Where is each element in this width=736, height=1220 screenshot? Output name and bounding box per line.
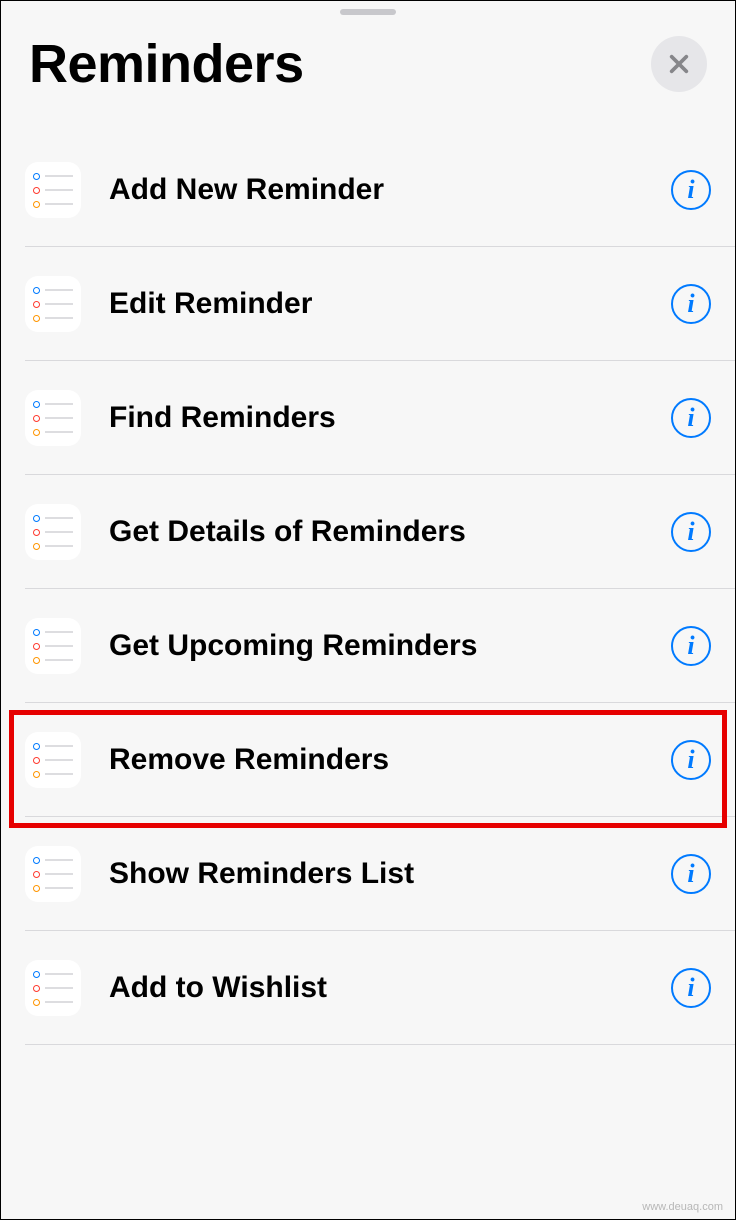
- action-label: Show Reminders List: [109, 857, 671, 891]
- reminders-app-icon: [25, 504, 81, 560]
- reminders-app-icon: [25, 390, 81, 446]
- watermark: www.deuaq.com: [642, 1201, 723, 1213]
- action-find-reminders[interactable]: Find Reminders i: [1, 361, 735, 475]
- actions-list: Add New Reminder i Edit Reminder i Find …: [1, 133, 735, 1045]
- header: Reminders: [1, 15, 735, 123]
- action-edit-reminder[interactable]: Edit Reminder i: [1, 247, 735, 361]
- info-icon: i: [687, 975, 694, 1001]
- action-get-details-of-reminders[interactable]: Get Details of Reminders i: [1, 475, 735, 589]
- info-button[interactable]: i: [671, 512, 711, 552]
- action-label: Remove Reminders: [109, 743, 671, 777]
- info-button[interactable]: i: [671, 398, 711, 438]
- action-get-upcoming-reminders[interactable]: Get Upcoming Reminders i: [1, 589, 735, 703]
- close-button[interactable]: [651, 36, 707, 92]
- action-show-reminders-list[interactable]: Show Reminders List i: [1, 817, 735, 931]
- page-title: Reminders: [29, 33, 304, 95]
- action-label: Edit Reminder: [109, 287, 671, 321]
- action-remove-reminders[interactable]: Remove Reminders i: [1, 703, 735, 817]
- close-icon: [668, 53, 690, 75]
- info-icon: i: [687, 291, 694, 317]
- reminders-app-icon: [25, 618, 81, 674]
- info-button[interactable]: i: [671, 626, 711, 666]
- action-label: Get Upcoming Reminders: [109, 629, 671, 663]
- info-button[interactable]: i: [671, 968, 711, 1008]
- action-label: Add New Reminder: [109, 173, 671, 207]
- reminders-app-icon: [25, 846, 81, 902]
- reminders-app-icon: [25, 162, 81, 218]
- info-icon: i: [687, 177, 694, 203]
- reminders-app-icon: [25, 276, 81, 332]
- info-button[interactable]: i: [671, 854, 711, 894]
- action-label: Get Details of Reminders: [109, 515, 671, 549]
- info-icon: i: [687, 519, 694, 545]
- action-label: Find Reminders: [109, 401, 671, 435]
- action-label: Add to Wishlist: [109, 971, 671, 1005]
- reminders-app-icon: [25, 960, 81, 1016]
- info-button[interactable]: i: [671, 170, 711, 210]
- action-add-to-wishlist[interactable]: Add to Wishlist i: [1, 931, 735, 1045]
- info-icon: i: [687, 861, 694, 887]
- reminders-app-icon: [25, 732, 81, 788]
- info-icon: i: [687, 405, 694, 431]
- info-icon: i: [687, 747, 694, 773]
- info-button[interactable]: i: [671, 740, 711, 780]
- action-add-new-reminder[interactable]: Add New Reminder i: [1, 133, 735, 247]
- info-icon: i: [687, 633, 694, 659]
- info-button[interactable]: i: [671, 284, 711, 324]
